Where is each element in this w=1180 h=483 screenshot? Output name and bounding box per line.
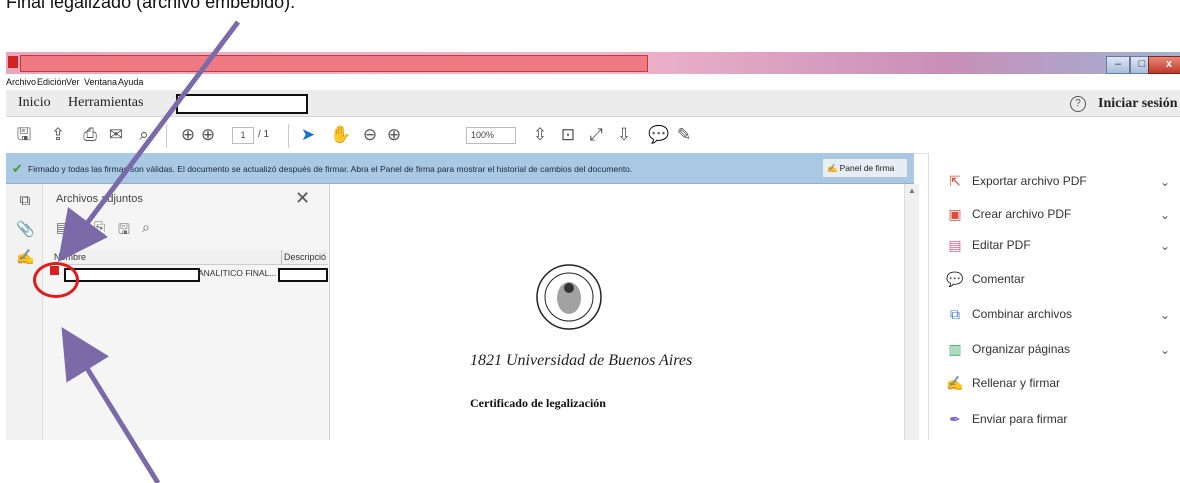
annotation-arrows bbox=[58, 20, 240, 483]
annotation-arrow-bottom bbox=[61, 326, 161, 483]
annotation-arrow-top bbox=[58, 20, 240, 262]
